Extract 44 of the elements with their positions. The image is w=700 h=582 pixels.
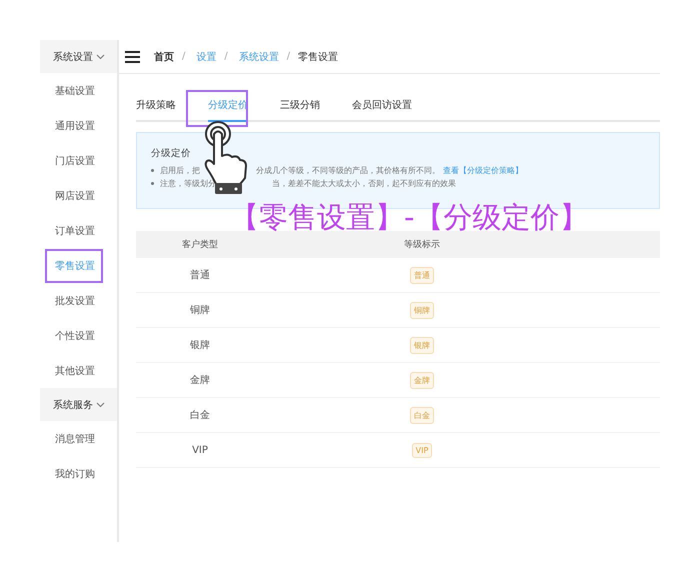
tab[interactable]: 升级策略 [136,98,176,122]
sidebar-item[interactable]: 我的订购 [45,456,103,490]
sidebar-item[interactable]: 其他设置 [45,354,103,388]
sidebar-group-header[interactable]: 系统设置 [40,40,117,73]
breadcrumb-item[interactable]: 首页 [154,50,174,64]
table-cell-text: 铜牌 [190,304,210,317]
notice-text: 分成几个等级，不同等级的产品，其价格有所不同。 [256,165,440,176]
level-tag: 铜牌 [410,302,434,318]
breadcrumb-separator: / [286,51,290,62]
breadcrumb-separator: / [224,51,228,62]
table-cell-text: 普通 [190,268,210,282]
sidebar-item[interactable]: 基础设置 [45,74,103,108]
column-header: 客户类型 [182,238,218,251]
table-cell-text: 金牌 [190,374,210,387]
breadcrumb-item: 零售设置 [298,50,338,64]
level-tag: 白金 [410,406,434,424]
level-tag: 普通 [410,266,434,284]
chevron-icon [96,402,105,408]
sidebar-item[interactable]: 订单设置 [45,214,103,248]
sidebar-item[interactable]: 批发设置 [45,284,103,318]
breadcrumb-separator: / [182,51,186,62]
column-header: 等级标示 [404,238,440,251]
level-tag: 银牌 [410,336,434,354]
sidebar-item[interactable]: 消息管理 [45,422,103,456]
table-cell-text: 白金 [190,409,210,422]
sidebar-item[interactable]: 通用设置 [45,108,103,142]
sidebar-item[interactable]: 门店设置 [45,144,103,178]
chevron-icon [96,54,105,60]
notice-title: 分级定价 [151,147,192,160]
tab[interactable]: 三级分销 [280,98,320,122]
sidebar-item[interactable]: 个性设置 [45,318,103,352]
sidebar-item[interactable]: 网店设置 [45,178,103,212]
menu-icon[interactable] [125,50,140,62]
notice-text: 当，差差不能太大或太小，否则，起不到应有的效果 [272,178,456,189]
annotation-caption: 【零售设置】-【分级定价】 [230,199,588,236]
bullet-icon [151,182,154,185]
sidebar-group-header[interactable]: 系统服务 [40,388,117,421]
level-tag: 金牌 [410,372,434,388]
level-tag: VIP [412,442,432,458]
tab[interactable]: 会员回访设置 [352,98,412,122]
notice-text: 启用后，把 [160,165,200,176]
bullet-icon [151,169,154,172]
table-cell: VIP [192,444,208,456]
table-cell-text: 银牌 [190,339,210,352]
